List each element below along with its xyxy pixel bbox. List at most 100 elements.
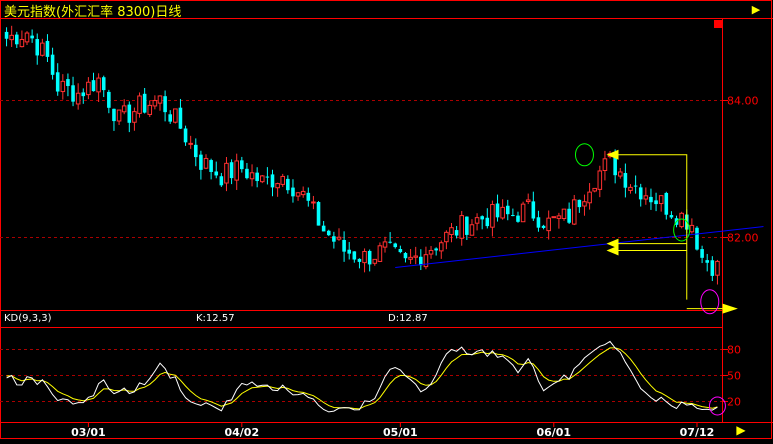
candle-up <box>300 190 306 196</box>
candle-down <box>4 31 9 39</box>
candle-up <box>520 203 526 223</box>
candle-down <box>183 128 188 143</box>
candle-down <box>649 196 653 203</box>
chart-stage: 84.00 82.00 80 50 20 03/01 04/02 05/01 06/01 07/1… <box>0 0 773 440</box>
d-series-line <box>6 347 718 410</box>
candle-down <box>357 258 362 262</box>
candle-down <box>347 249 352 254</box>
candle-down <box>101 77 106 91</box>
kd-tick-label: 80 <box>727 344 741 357</box>
candle-down <box>321 225 326 232</box>
candle-up <box>643 195 649 200</box>
candle-up <box>679 212 684 228</box>
candle-down <box>199 154 203 170</box>
candle-down <box>112 108 116 122</box>
candle-down <box>567 208 571 223</box>
candle-down <box>30 35 34 39</box>
candle-down <box>695 227 699 250</box>
candle-up <box>617 171 623 177</box>
candle-up <box>474 217 480 224</box>
candle-up <box>9 34 14 41</box>
candle-up <box>24 32 30 43</box>
candle-up <box>592 187 597 192</box>
candle-down <box>700 249 704 258</box>
candle-up <box>561 208 567 220</box>
red-square-icon <box>714 20 722 28</box>
candle-down <box>50 54 55 75</box>
triangle-right-icon[interactable]: ▶ <box>747 2 765 18</box>
candle-down <box>669 215 674 218</box>
candle-down <box>393 243 398 248</box>
candle-down <box>465 216 469 235</box>
candle-up <box>362 250 367 264</box>
candle-down <box>505 205 510 215</box>
candle-down <box>209 160 213 172</box>
d-value-label: D:12.87 <box>388 313 428 324</box>
candle-down <box>107 91 111 108</box>
candle-down <box>306 192 311 201</box>
candle-up <box>116 109 122 122</box>
candle-down <box>81 92 86 97</box>
candle-down <box>664 192 669 215</box>
scroll-right-icon[interactable]: ▶ <box>729 423 753 437</box>
candle-down <box>142 93 147 113</box>
candle-up <box>423 254 429 268</box>
annotation-arrowhead <box>606 149 619 160</box>
candle-down <box>480 216 484 220</box>
candle-down <box>55 72 60 92</box>
candle-down <box>291 187 295 197</box>
candle-up <box>556 215 562 219</box>
candle-up <box>459 215 465 239</box>
candle-down <box>434 248 438 251</box>
candle-down <box>326 230 331 236</box>
candle-up <box>500 206 505 219</box>
candle-down <box>419 256 423 266</box>
chart-svg: 84.00 82.00 80 50 20 03/01 04/02 05/01 06/01 07/1… <box>0 0 773 439</box>
candle-down <box>485 217 490 227</box>
candle-down <box>352 251 357 260</box>
candle-up <box>234 160 239 181</box>
time-tick-label: 04/02 <box>224 426 259 439</box>
candle-up <box>295 192 301 197</box>
candle-down <box>14 34 19 45</box>
candle-down <box>516 215 520 222</box>
candle-down <box>168 114 173 122</box>
candle-down <box>35 39 40 56</box>
candle-up <box>280 175 286 185</box>
candle-up <box>96 77 101 93</box>
candle-down <box>633 185 638 187</box>
candle-down <box>403 253 408 259</box>
candle-up <box>587 191 592 204</box>
candle-down <box>454 230 459 236</box>
candle-down <box>367 250 372 265</box>
candle-up <box>188 142 193 145</box>
candle-down <box>511 215 515 217</box>
time-tick-label: 07/12 <box>680 426 715 439</box>
candle-down <box>255 172 259 182</box>
candle-up <box>438 242 444 252</box>
candle-up <box>259 175 265 183</box>
candle-up <box>490 204 495 228</box>
candle-down <box>536 217 541 228</box>
kd-tick-label: 50 <box>727 370 741 383</box>
candle-down <box>163 96 167 113</box>
candle-up <box>628 186 633 191</box>
candle-down <box>286 178 290 191</box>
candle-down <box>245 168 249 179</box>
candle-up <box>60 80 66 93</box>
candle-up <box>19 39 25 48</box>
candle-down <box>91 80 96 92</box>
candle-up <box>311 201 316 204</box>
candle-down <box>342 239 346 252</box>
candle-up <box>86 81 91 96</box>
candle-up <box>75 92 81 105</box>
kd-tick-label: 20 <box>727 396 741 409</box>
highlight-circle <box>708 396 726 416</box>
price-tick-label: 84.00 <box>727 95 759 108</box>
candle-up <box>413 255 418 258</box>
price-tick-label: 82.00 <box>727 232 759 245</box>
candle-up <box>203 157 209 169</box>
candle-down <box>45 40 50 57</box>
candle-down <box>531 201 536 219</box>
candle-down <box>710 260 715 276</box>
